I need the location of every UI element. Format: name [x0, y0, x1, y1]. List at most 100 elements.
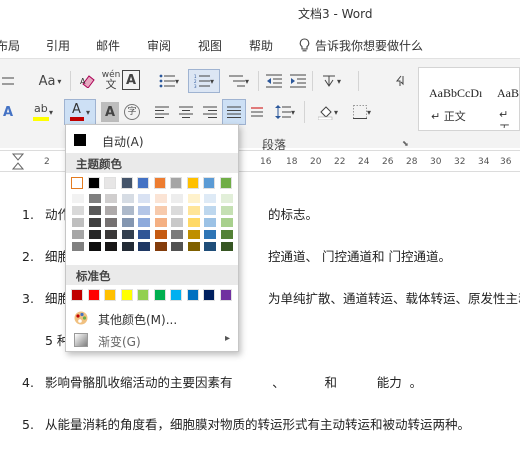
theme-shade-swatch[interactable]	[187, 206, 200, 215]
standard-color-swatch[interactable]	[186, 289, 199, 301]
theme-shade-swatch[interactable]	[138, 230, 150, 239]
text-effects-icon[interactable]: A	[0, 101, 16, 123]
theme-color-swatch[interactable]	[170, 177, 182, 189]
theme-color-swatch[interactable]	[203, 177, 215, 189]
decrease-indent-icon[interactable]	[264, 71, 284, 91]
theme-shade-swatch[interactable]	[204, 230, 216, 239]
numbering-button[interactable]: 1 2 3 ▾	[188, 69, 220, 93]
theme-shade-swatch[interactable]	[88, 218, 101, 227]
theme-shade-swatch[interactable]	[220, 194, 233, 203]
multilevel-list-button[interactable]: ▾	[224, 71, 254, 91]
theme-shade-swatch[interactable]	[171, 242, 183, 251]
theme-shade-swatch[interactable]	[88, 230, 101, 239]
tab-help[interactable]: 帮助	[249, 37, 273, 54]
theme-shade-swatch[interactable]	[138, 206, 150, 215]
standard-color-swatch[interactable]	[71, 289, 83, 301]
sort-icon[interactable]	[390, 71, 410, 91]
theme-shade-swatch[interactable]	[220, 218, 233, 227]
theme-shade-swatch[interactable]	[204, 194, 216, 203]
theme-shade-swatch[interactable]	[121, 218, 134, 227]
character-shading-icon[interactable]: A	[101, 102, 119, 122]
standard-color-swatch[interactable]	[120, 289, 133, 301]
theme-shade-swatch[interactable]	[138, 218, 150, 227]
phonetic-guide-icon[interactable]: wén 文	[102, 68, 121, 92]
theme-shade-swatch[interactable]	[105, 218, 117, 227]
theme-shade-swatch[interactable]	[171, 230, 183, 239]
align-left-icon[interactable]	[152, 101, 172, 123]
tab-references[interactable]: 引用	[46, 37, 70, 54]
theme-shade-swatch[interactable]	[121, 230, 134, 239]
font-color-button[interactable]: A ▾	[64, 99, 96, 125]
character-border-icon[interactable]: A	[122, 70, 140, 90]
theme-shade-swatch[interactable]	[220, 242, 233, 251]
standard-color-swatch[interactable]	[203, 289, 215, 301]
theme-color-swatch[interactable]	[104, 177, 116, 189]
theme-shade-swatch[interactable]	[72, 206, 84, 215]
line-spacing-button[interactable]: ▾	[270, 101, 300, 123]
more-colors-option[interactable]: 其他颜色(M)...	[66, 307, 238, 329]
standard-color-swatch[interactable]	[170, 289, 182, 301]
theme-shade-swatch[interactable]	[121, 206, 134, 215]
shading-button[interactable]: ▾	[314, 101, 342, 123]
style-normal[interactable]: AaBbCcDı ↵ 正文	[421, 72, 483, 128]
clear-formatting-icon[interactable]: A	[78, 71, 98, 91]
tab-review[interactable]: 审阅	[147, 37, 171, 54]
chinese-layout-button[interactable]: ▾	[318, 71, 344, 91]
highlight-button[interactable]: ab ▾	[28, 101, 58, 123]
align-right-icon[interactable]	[200, 101, 220, 123]
theme-shade-swatch[interactable]	[204, 218, 216, 227]
standard-color-swatch[interactable]	[87, 289, 100, 301]
theme-shade-swatch[interactable]	[72, 242, 84, 251]
theme-color-swatch[interactable]	[71, 177, 83, 189]
theme-color-swatch[interactable]	[153, 177, 166, 189]
ruler-indent-marker[interactable]	[12, 153, 24, 171]
theme-shade-swatch[interactable]	[154, 218, 167, 227]
standard-color-swatch[interactable]	[137, 289, 149, 301]
list-icon[interactable]	[0, 71, 16, 91]
theme-shade-swatch[interactable]	[154, 230, 167, 239]
theme-shade-swatch[interactable]	[187, 242, 200, 251]
theme-shade-swatch[interactable]	[88, 242, 101, 251]
theme-color-swatch[interactable]	[120, 177, 133, 189]
standard-color-swatch[interactable]	[153, 289, 166, 301]
change-case-button[interactable]: Aa ▾	[36, 71, 64, 91]
tab-view[interactable]: 视图	[198, 37, 222, 54]
theme-shade-swatch[interactable]	[72, 194, 84, 203]
standard-color-swatch[interactable]	[104, 289, 116, 301]
theme-shade-swatch[interactable]	[154, 194, 167, 203]
dialog-launcher-icon[interactable]: ⬊	[402, 139, 409, 148]
align-center-icon[interactable]	[176, 101, 196, 123]
theme-shade-swatch[interactable]	[187, 194, 200, 203]
theme-shade-swatch[interactable]	[220, 230, 233, 239]
theme-color-swatch[interactable]	[219, 177, 232, 189]
theme-shade-swatch[interactable]	[138, 242, 150, 251]
theme-shade-swatch[interactable]	[220, 206, 233, 215]
tab-layout[interactable]: 布局	[0, 37, 20, 54]
borders-button[interactable]: ▾	[348, 101, 376, 123]
enclose-characters-icon[interactable]: 字	[122, 102, 142, 122]
theme-shade-swatch[interactable]	[187, 230, 200, 239]
tab-mailings[interactable]: 邮件	[96, 37, 120, 54]
theme-shade-swatch[interactable]	[187, 218, 200, 227]
style-no-spacing[interactable]: AaBl ↵ 无	[489, 72, 519, 128]
automatic-color-option[interactable]: 自动(A)	[66, 129, 238, 151]
theme-shade-swatch[interactable]	[171, 218, 183, 227]
distributed-icon[interactable]	[250, 101, 264, 123]
gradient-option[interactable]: 渐变(G) ▸	[66, 329, 238, 351]
theme-shade-swatch[interactable]	[204, 242, 216, 251]
theme-shade-swatch[interactable]	[138, 194, 150, 203]
theme-shade-swatch[interactable]	[154, 206, 167, 215]
theme-shade-swatch[interactable]	[88, 206, 101, 215]
bullets-button[interactable]: ▾	[154, 71, 184, 91]
theme-shade-swatch[interactable]	[154, 242, 167, 251]
justify-icon[interactable]	[222, 99, 246, 125]
theme-shade-swatch[interactable]	[105, 194, 117, 203]
increase-indent-icon[interactable]	[288, 71, 308, 91]
tell-me-box[interactable]: 告诉我你想要做什么	[298, 37, 423, 54]
standard-color-swatch[interactable]	[219, 289, 232, 301]
theme-color-swatch[interactable]	[186, 177, 199, 189]
theme-shade-swatch[interactable]	[72, 218, 84, 227]
theme-shade-swatch[interactable]	[105, 230, 117, 239]
theme-shade-swatch[interactable]	[171, 206, 183, 215]
theme-shade-swatch[interactable]	[105, 206, 117, 215]
